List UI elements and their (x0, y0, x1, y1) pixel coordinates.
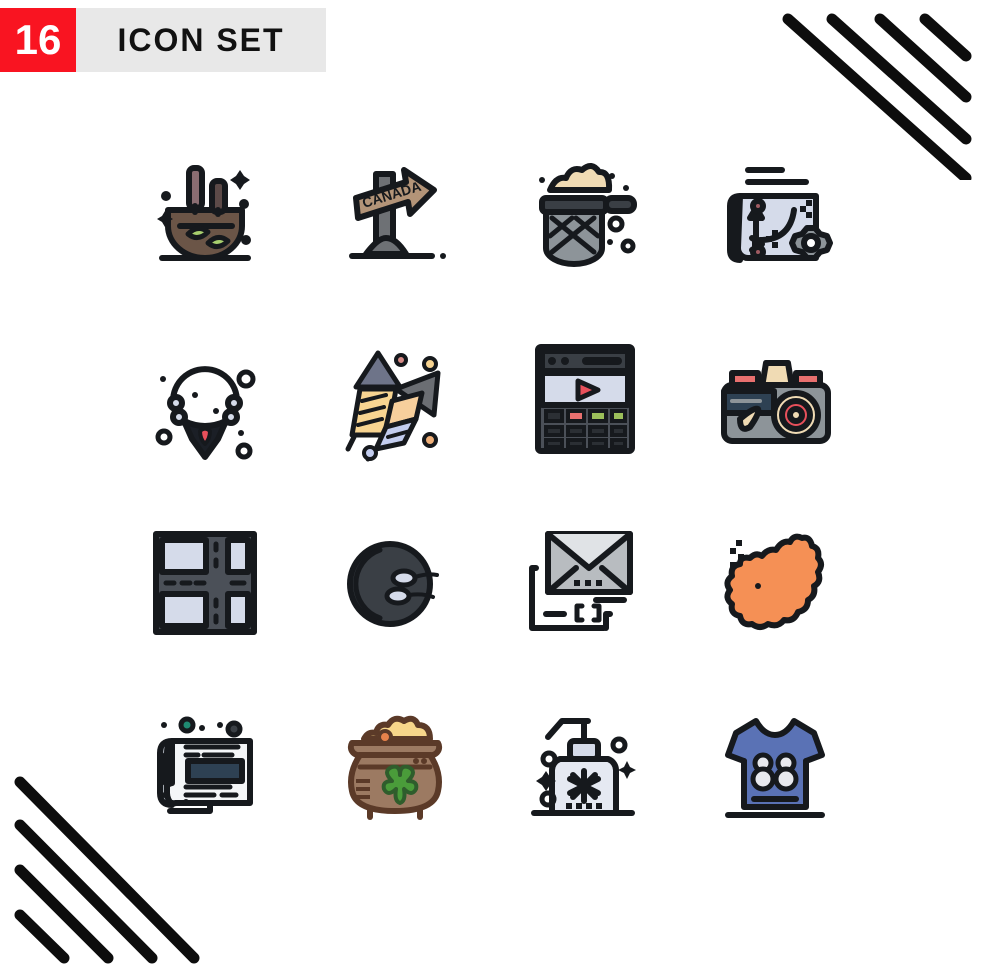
icon-cell-11[interactable] (490, 490, 680, 675)
canada-signpost-icon: CANADA (349, 166, 446, 259)
newspaper-icon (157, 716, 253, 814)
icon-count-badge: 16 (0, 8, 76, 72)
icon-cell-3[interactable] (490, 120, 680, 305)
aroma-diffuser-icon (157, 164, 251, 261)
icon-cell-2[interactable]: CANADA (300, 120, 490, 305)
email-code-icon (529, 530, 633, 631)
pot-of-gold-icon (347, 715, 443, 820)
icon-grid: CANADA (110, 120, 870, 860)
jersey-icon (725, 717, 825, 818)
fertilization-icon (347, 540, 439, 627)
icon-cell-9[interactable] (110, 490, 300, 675)
video-player-icon (535, 343, 635, 454)
strategy-plan-icon (727, 166, 833, 263)
sanitizer-icon (531, 717, 636, 816)
page-title: ICON SET (117, 21, 285, 58)
icon-cell-1[interactable] (110, 120, 300, 305)
icon-cell-8[interactable] (680, 305, 870, 490)
icon-cell-14[interactable] (300, 675, 490, 860)
icon-cell-13[interactable] (110, 675, 300, 860)
icon-cell-16[interactable] (680, 675, 870, 860)
icon-cell-7[interactable] (490, 305, 680, 490)
fireworks-icon (345, 350, 441, 461)
icon-cell-4[interactable] (680, 120, 870, 305)
icon-cell-5[interactable] (110, 305, 300, 490)
crossroad-icon (153, 530, 257, 635)
icon-cell-12[interactable] (680, 490, 870, 675)
icon-cell-6[interactable] (300, 305, 490, 490)
icon-cell-15[interactable] (490, 675, 680, 860)
necklace-icon (155, 365, 256, 460)
camera-icon (721, 359, 831, 444)
strainer-icon (539, 162, 637, 267)
icon-cell-10[interactable] (300, 490, 490, 675)
header-bar: 16 ICON SET (0, 8, 326, 72)
ireland-map-icon (724, 533, 824, 630)
